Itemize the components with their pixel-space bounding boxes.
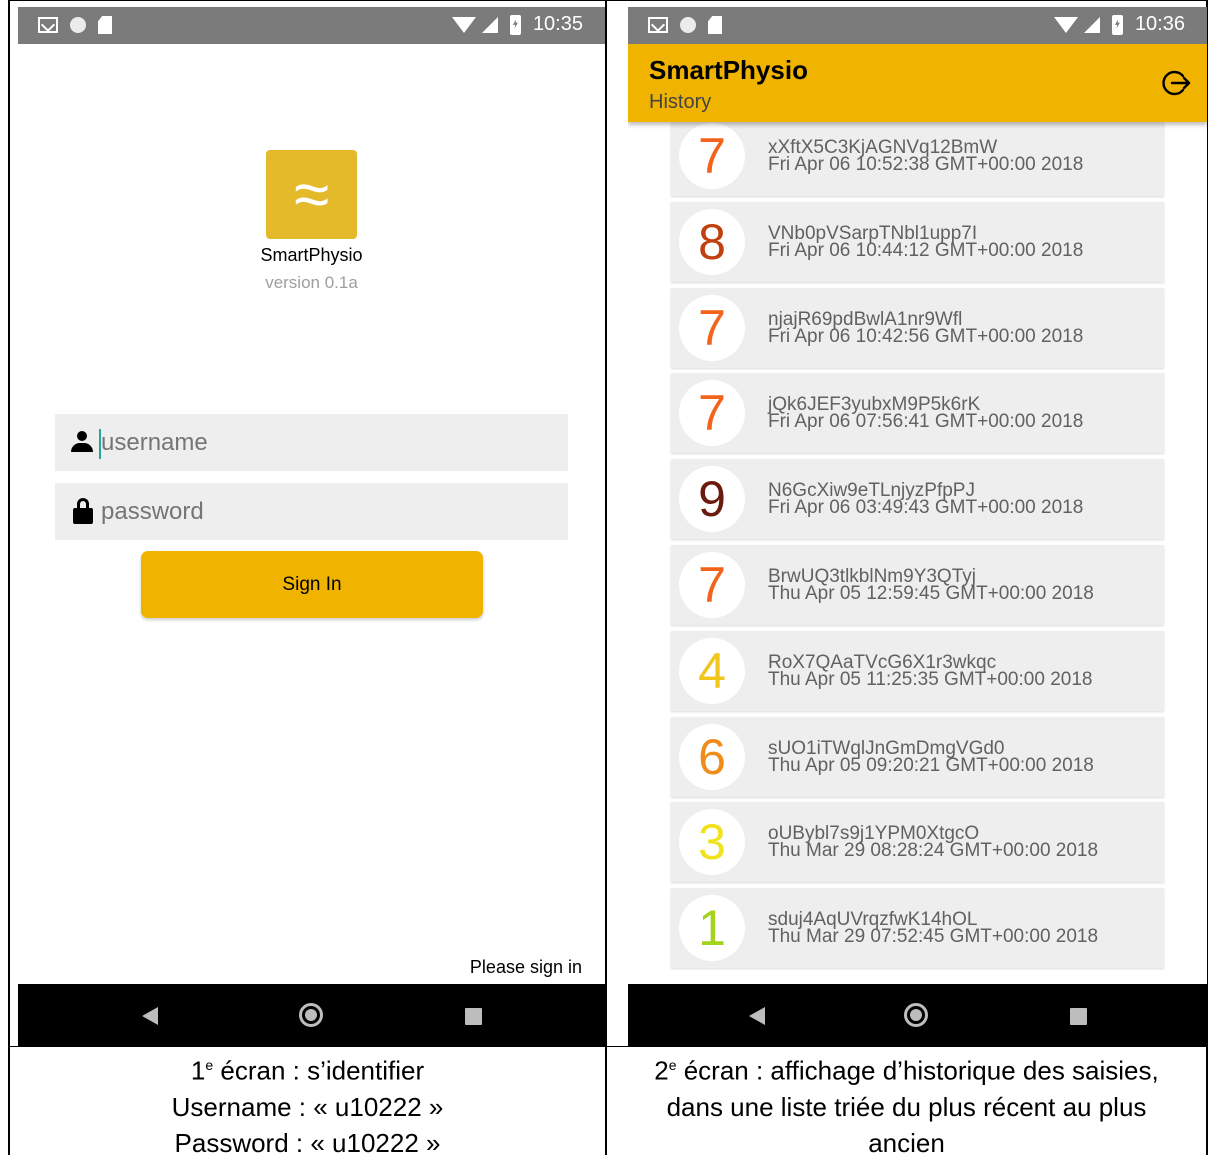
wifi-icon [451, 16, 476, 33]
history-entry[interactable]: 3 oUBybl7s9j1YPM0XtgcO Thu Mar 29 08:28:24… [671, 802, 1164, 883]
battery-icon [509, 14, 521, 35]
entry-date: Thu Apr 05 11:25:35 GMT+00:00 2018 [768, 668, 1093, 690]
score-badge: 1 [679, 895, 745, 962]
history-entry[interactable]: 7 jQk6JEF3yubxM9P5k6rK Fri Apr 06 07:56:41… [671, 373, 1164, 454]
caption-line: Username : « u10222 » [171, 1091, 444, 1122]
battery-icon [1111, 14, 1123, 35]
status-bar: 10:35 [18, 7, 605, 44]
circle-notification-icon [70, 17, 86, 33]
login-screen: 10:35 ≈ SmartPhysio version 0.1a Sign In… [18, 7, 605, 1046]
sd-card-icon [98, 16, 112, 34]
score-badge: 7 [679, 552, 745, 618]
entry-date: Thu Mar 29 08:28:24 GMT+00:00 2018 [768, 840, 1099, 862]
sign-in-button[interactable]: Sign In [141, 551, 483, 618]
entry-date: Thu Mar 29 07:52:45 GMT+00:00 2018 [768, 926, 1099, 948]
app-logo: ≈ [266, 150, 357, 239]
home-icon[interactable] [299, 1003, 323, 1027]
app-bar: SmartPhysio History [628, 44, 1207, 122]
password-input[interactable] [101, 483, 551, 540]
username-input[interactable] [101, 414, 551, 471]
caption-number: 2 [654, 1055, 669, 1086]
page-subtitle: History [649, 91, 712, 113]
caption-line: dans une liste triée du plus récent au p… [666, 1091, 1147, 1122]
caption-number: 1 [190, 1055, 206, 1086]
signal-icon [1083, 16, 1100, 33]
back-icon[interactable] [142, 1007, 158, 1025]
entry-date: Thu Apr 05 12:59:45 GMT+00:00 2018 [768, 583, 1094, 604]
history-entry[interactable]: 7 xXftX5C3KjAGNVq12BmW Fri Apr 06 10:52:38… [671, 116, 1164, 196]
sd-card-icon [708, 16, 722, 34]
score-badge: 7 [679, 380, 745, 447]
logout-icon[interactable] [1161, 68, 1191, 98]
caption-line: ancien [868, 1127, 945, 1158]
circle-notification-icon [680, 17, 696, 33]
score-badge: 6 [679, 723, 745, 790]
sign-in-message: Please sign in [469, 957, 582, 977]
history-entry[interactable]: 7 BrwUQ3tlkblNm9Y3QTyj Thu Apr 05 12:59:45… [671, 545, 1164, 625]
caption-line: écran : affichage d’historique des saisi… [676, 1055, 1159, 1086]
navigation-bar [628, 984, 1207, 1046]
person-icon [71, 431, 93, 453]
entry-date: Fri Apr 06 03:49:43 GMT+00:00 2018 [768, 497, 1084, 519]
score-badge: 9 [679, 466, 745, 533]
caption-line: écran : s’identifier [213, 1055, 425, 1086]
app-name: SmartPhysio [260, 245, 363, 265]
score-badge: 7 [679, 123, 745, 189]
entry-date: Fri Apr 06 07:56:41 GMT+00:00 2018 [768, 411, 1084, 433]
entry-date: Thu Apr 05 09:20:21 GMT+00:00 2018 [768, 754, 1094, 776]
lock-icon [73, 498, 93, 524]
caption-line: Password : « u10222 » [174, 1127, 441, 1158]
score-badge: 8 [679, 208, 745, 275]
back-icon[interactable] [749, 1007, 765, 1025]
wifi-icon [1053, 16, 1078, 33]
caption-history: 2e écran : affichage d’historique des sa… [607, 1047, 1206, 1161]
history-screen: 10:36 SmartPhysio History 7 xXftX5C3KjAGN… [628, 7, 1207, 1046]
navigation-bar [18, 984, 605, 1046]
recents-icon[interactable] [1070, 1008, 1087, 1025]
score-badge: 4 [679, 637, 745, 704]
history-entry[interactable]: 7 njajR69pdBwlA1nr9Wfl Fri Apr 06 10:42:56… [671, 287, 1164, 368]
caption-superscript: e [205, 1057, 214, 1073]
username-field[interactable] [55, 414, 568, 471]
score-badge: 7 [679, 294, 745, 361]
mail-notification-icon [38, 17, 58, 33]
mail-notification-icon [648, 17, 668, 33]
caption-login: 1e écran : s’identifier Username : « u10… [10, 1047, 605, 1161]
entry-date: Fri Apr 06 10:42:56 GMT+00:00 2018 [768, 325, 1084, 347]
history-entry[interactable]: 6 sUO1iTWqlJnGmDmgVGd0 Thu Apr 05 09:20:21… [671, 716, 1164, 797]
history-entry[interactable]: 4 RoX7QAaTVcG6X1r3wkqc Thu Apr 05 11:25:35… [671, 630, 1164, 711]
history-entry[interactable]: 9 N6GcXiw9eTLnjyzPfpPJ Fri Apr 06 03:49:43… [671, 459, 1164, 540]
status-time: 10:35 [532, 13, 583, 35]
entry-date: Fri Apr 06 10:52:38 GMT+00:00 2018 [768, 154, 1084, 175]
entry-date: Fri Apr 06 10:44:12 GMT+00:00 2018 [768, 239, 1084, 261]
status-time: 10:36 [1134, 13, 1185, 35]
recents-icon[interactable] [465, 1008, 482, 1025]
signal-icon [481, 16, 498, 33]
history-entry[interactable]: 8 VNb0pVSarpTNbl1upp7I Fri Apr 06 10:44:12… [671, 201, 1164, 282]
score-badge: 3 [679, 809, 745, 876]
app-title: SmartPhysio [649, 55, 808, 85]
caption-superscript: e [668, 1057, 677, 1073]
app-version: version 0.1a [265, 273, 358, 292]
password-field[interactable] [55, 483, 568, 540]
status-bar: 10:36 [628, 7, 1207, 44]
history-entry[interactable]: 1 sduj4AqUVrqzfwK14hOL Thu Mar 29 07:52:45… [671, 888, 1164, 969]
home-icon[interactable] [904, 1003, 928, 1027]
